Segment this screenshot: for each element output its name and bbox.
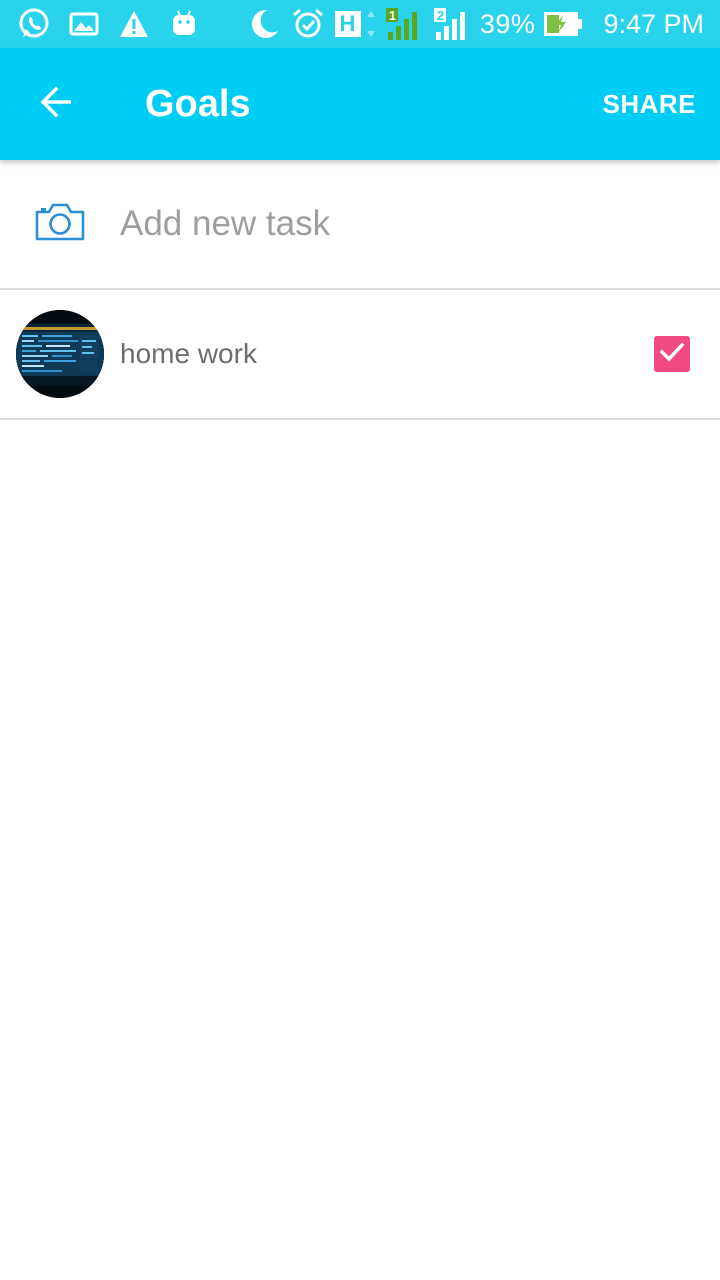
code-screen-image (16, 310, 104, 398)
arrow-back-icon (38, 86, 74, 123)
clock: 9:47 PM (603, 8, 704, 39)
battery-charging-icon (543, 6, 583, 42)
task-label: home work (120, 338, 257, 369)
network-type-label: H (339, 11, 356, 36)
warning-icon (116, 6, 152, 42)
status-bar: H 1 2 39% 9:47 PM (0, 0, 720, 48)
gallery-icon (66, 6, 102, 42)
add-task-row (0, 160, 720, 290)
app-bar: Goals SHARE (0, 48, 720, 160)
moon-icon (246, 6, 282, 42)
task-thumbnail (16, 310, 104, 398)
back-button[interactable] (24, 76, 88, 132)
page-title: Goals (145, 82, 251, 125)
signal-icon: 1 (384, 6, 424, 42)
add-task-input[interactable] (120, 194, 680, 254)
android-icon (166, 6, 202, 42)
task-checkbox[interactable] (654, 336, 690, 372)
camera-icon (34, 202, 86, 247)
goals-screen: H 1 2 39% 9:47 PM Goals SHARE Add new ta… (0, 0, 720, 1280)
sim1-label: 1 (388, 8, 397, 23)
sim2-label: 2 (436, 8, 445, 23)
share-button[interactable]: SHARE (602, 48, 696, 160)
whatsapp-icon (16, 6, 52, 42)
system-icons: H 1 2 39% 9:47 PM (246, 0, 704, 48)
notification-icons (16, 0, 202, 48)
checkmark-icon (658, 338, 686, 371)
battery-percent: 39% (479, 8, 536, 39)
task-row[interactable]: home work (0, 290, 720, 420)
signal-2-icon: 2 (432, 6, 472, 42)
alarm-icon (290, 6, 326, 42)
camera-button[interactable] (28, 196, 92, 252)
network-type-icon: H (334, 6, 376, 42)
